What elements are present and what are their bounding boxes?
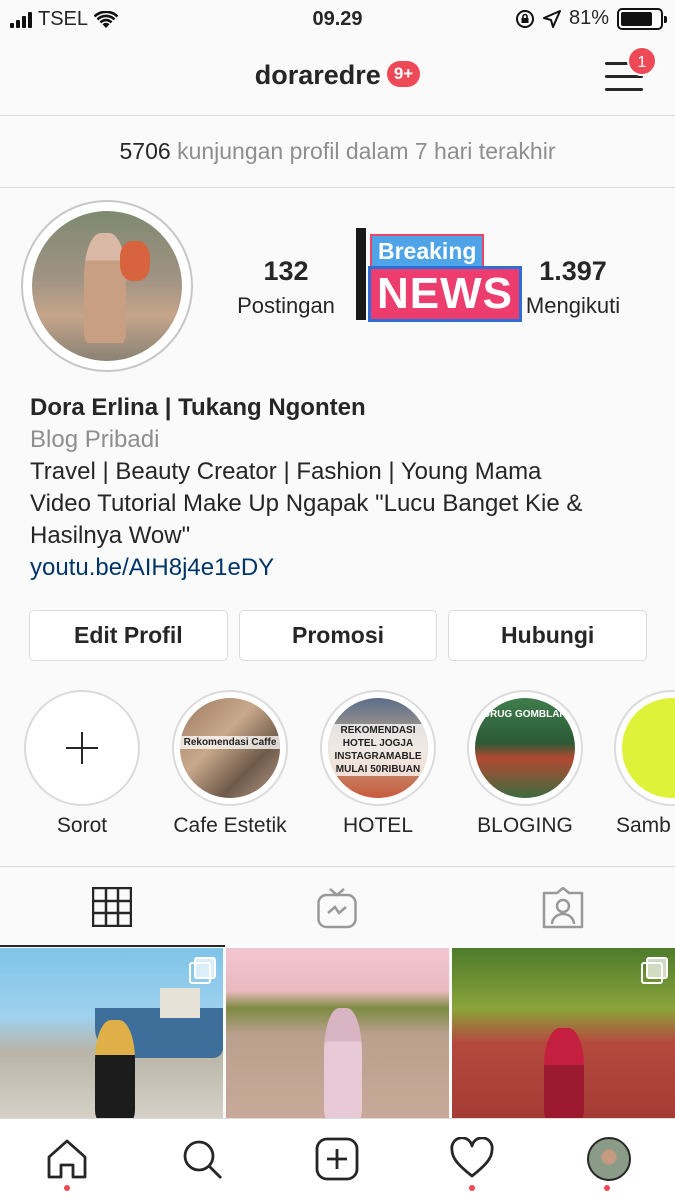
highlight-thumb: CURUG GOMBLANG xyxy=(475,698,575,798)
promote-button[interactable]: Promosi xyxy=(238,610,438,661)
posts-label: Postingan xyxy=(237,293,335,318)
multi-post-icon xyxy=(189,957,216,984)
highlight-samb[interactable]: Samb xyxy=(612,690,675,838)
highlight-thumb: Rekomendasi Caffe xyxy=(180,698,280,798)
category: Blog Pribadi xyxy=(30,426,160,453)
highlight-label: HOTEL xyxy=(342,814,413,837)
nav-dot xyxy=(604,1185,610,1191)
highlight-thumb-text: CURUG GOMBLANG xyxy=(475,709,575,720)
bio-line: Travel | Beauty Creator | Fashion | Youn… xyxy=(30,458,542,485)
nav-dot xyxy=(64,1185,70,1191)
highlight-label: Sorot xyxy=(56,814,108,837)
plus-icon xyxy=(26,692,138,804)
posts-count: 132 xyxy=(263,256,309,286)
display-name: Dora Erlina | Tukang Ngonten xyxy=(30,394,366,421)
profile-tabs xyxy=(0,866,675,947)
nav-profile[interactable] xyxy=(585,1137,631,1191)
story-highlights: Sorot Rekomendasi Caffe Cafe Estetik REK… xyxy=(0,690,675,850)
rotation-lock-icon xyxy=(515,9,534,28)
highlight-cafe[interactable]: Rekomendasi Caffe Cafe Estetik xyxy=(170,690,290,838)
profile-avatar[interactable] xyxy=(21,200,193,372)
nav-activity[interactable] xyxy=(450,1136,494,1191)
location-icon xyxy=(542,9,561,28)
highlight-thumb-text: Rekomendasi Caffe xyxy=(180,736,280,749)
profile-photo xyxy=(32,211,182,361)
menu-button[interactable]: 1 xyxy=(605,46,657,92)
bio-line: Video Tutorial Make Up Ngapak "Lucu Bang… xyxy=(30,490,583,517)
breaking-news-sticker: Breaking NEWS xyxy=(356,228,534,323)
tab-grid[interactable] xyxy=(0,867,225,947)
post-grid xyxy=(0,948,675,1120)
top-nav: doraredre 9+ 1 xyxy=(0,40,675,116)
highlight-thumb xyxy=(622,698,675,798)
bio-line: Hasilnya Wow" xyxy=(30,522,191,549)
battery-icon xyxy=(617,7,667,30)
new-post-icon xyxy=(315,1137,359,1181)
highlight-label: Cafe Estetik xyxy=(173,814,287,837)
bottom-nav xyxy=(0,1118,675,1200)
nav-search[interactable] xyxy=(180,1137,224,1181)
home-icon xyxy=(47,1139,87,1179)
notification-badge: 9+ xyxy=(386,60,421,87)
visits-count: 5706 xyxy=(119,138,171,164)
status-bar: TSEL 09.29 81% xyxy=(0,0,675,38)
profile-avatar-icon xyxy=(587,1137,631,1181)
highlight-new[interactable]: Sorot xyxy=(22,690,142,838)
highlight-ring: CURUG GOMBLANG xyxy=(467,690,583,806)
igtv-icon xyxy=(317,888,357,929)
sticker-line2: NEWS xyxy=(368,266,522,322)
profile-actions: Edit Profil Promosi Hubungi xyxy=(29,610,648,661)
bio: Dora Erlina | Tukang Ngonten Blog Pribad… xyxy=(30,392,650,584)
nav-home[interactable] xyxy=(45,1137,89,1191)
profile-visits-banner[interactable]: 5706 kunjungan profil dalam 7 hari terak… xyxy=(0,116,675,188)
bio-link[interactable]: youtu.be/AIH8j4e1eDY xyxy=(30,552,650,584)
highlight-hotel[interactable]: REKOMENDASI HOTEL JOGJA INSTAGRAMABLE MU… xyxy=(318,690,438,838)
nav-dot xyxy=(469,1185,475,1191)
grid-icon xyxy=(92,887,132,927)
highlight-ring xyxy=(614,690,675,806)
tab-igtv[interactable] xyxy=(225,867,450,947)
post-thumbnail[interactable] xyxy=(452,948,675,1120)
highlight-bloging[interactable]: CURUG GOMBLANG BLOGING xyxy=(465,690,585,838)
highlight-ring: Rekomendasi Caffe xyxy=(172,690,288,806)
multi-post-icon xyxy=(641,957,668,984)
highlight-thumb-text: REKOMENDASI HOTEL JOGJA INSTAGRAMABLE MU… xyxy=(328,724,428,776)
search-icon xyxy=(183,1140,222,1179)
activity-heart-icon xyxy=(450,1136,494,1178)
tab-tagged[interactable] xyxy=(450,867,675,947)
sticker-line1: Breaking xyxy=(370,234,485,269)
edit-profile-button[interactable]: Edit Profil xyxy=(29,610,228,661)
contact-button[interactable]: Hubungi xyxy=(448,610,648,661)
profile-username[interactable]: doraredre 9+ xyxy=(0,60,675,91)
post-thumbnail[interactable] xyxy=(0,948,223,1120)
highlight-label: Samb xyxy=(616,814,671,837)
nav-new-post[interactable] xyxy=(315,1137,359,1181)
menu-badge: 1 xyxy=(627,46,657,76)
username-text: doraredre xyxy=(254,60,381,90)
highlight-thumb: REKOMENDASI HOTEL JOGJA INSTAGRAMABLE MU… xyxy=(328,698,428,798)
visits-text: kunjungan profil dalam 7 hari terakhir xyxy=(177,138,556,164)
battery-percent: 81% xyxy=(568,7,609,29)
posts-stat[interactable]: 132 Postingan xyxy=(211,256,361,319)
highlight-ring: REKOMENDASI HOTEL JOGJA INSTAGRAMABLE MU… xyxy=(320,690,436,806)
menu-icon-line xyxy=(605,88,643,91)
highlight-ring xyxy=(24,690,140,806)
sticker-bar xyxy=(356,228,366,320)
post-thumbnail[interactable] xyxy=(226,948,449,1120)
status-right: 81% xyxy=(515,7,667,30)
tagged-icon xyxy=(542,887,584,929)
highlight-label: BLOGING xyxy=(477,814,573,837)
